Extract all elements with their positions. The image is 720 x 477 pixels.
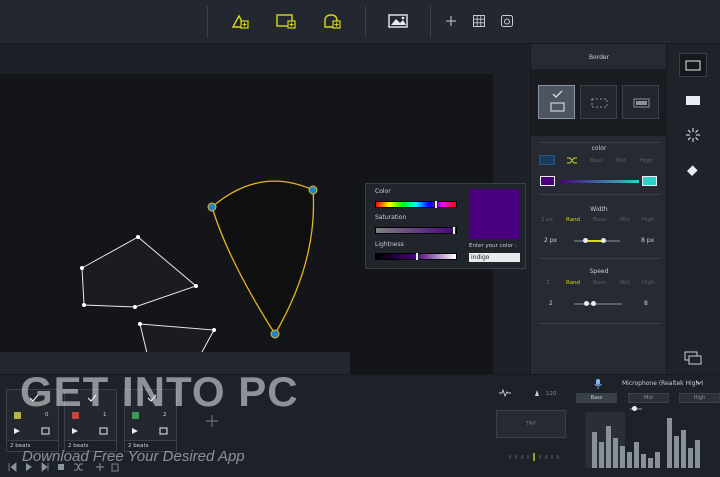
- speed-min-value: 2: [549, 300, 553, 307]
- waveform-icon: [499, 388, 511, 398]
- microphone-icon: [594, 379, 602, 389]
- play-icon[interactable]: [131, 427, 139, 435]
- add-track-icon[interactable]: [205, 414, 219, 428]
- speed-option-rand[interactable]: Rand: [566, 280, 580, 286]
- tap-tempo-button[interactable]: TAP: [496, 410, 566, 438]
- width-option-mid[interactable]: Mid: [620, 217, 630, 223]
- dashed-rect-icon: [591, 98, 608, 108]
- metronome-icon: [535, 390, 539, 396]
- color-option-mid[interactable]: Mid: [616, 158, 626, 164]
- audio-input-select[interactable]: Microphone (Realtek High I: [622, 380, 703, 387]
- selected-shape[interactable]: [207, 180, 318, 339]
- color-option-bass[interactable]: Bass: [590, 158, 603, 164]
- color-name-input[interactable]: [469, 253, 520, 262]
- speed-option-2[interactable]: 2: [546, 280, 550, 286]
- divider: [539, 258, 661, 259]
- screens-tool-button[interactable]: [679, 346, 707, 370]
- color-picker-popup: Color Saturation Lightness Enter your co…: [365, 183, 526, 269]
- fill-tool-button[interactable]: [679, 88, 707, 112]
- saturation-slider-knob[interactable]: [452, 226, 456, 235]
- color-label: Color: [375, 188, 391, 195]
- width-section-title: Width: [590, 206, 608, 213]
- border-style-solid[interactable]: [538, 85, 575, 119]
- width-range-low-handle[interactable]: [583, 238, 588, 243]
- color-end-swatch[interactable]: [642, 176, 657, 186]
- tool-rail: [666, 44, 720, 374]
- enter-color-label: Enter your color :: [469, 243, 517, 249]
- sparkle-icon: [686, 128, 700, 142]
- speed-option-mid[interactable]: Mid: [620, 280, 630, 286]
- color-preview-swatch: [469, 189, 519, 239]
- divider: [539, 194, 661, 195]
- watermark-title: GET INTO PC: [20, 368, 299, 415]
- border-style-double[interactable]: [622, 85, 659, 119]
- width-range-high-handle[interactable]: [601, 238, 606, 243]
- hue-slider-knob[interactable]: [434, 200, 438, 209]
- width-min-value: 2 px: [544, 237, 558, 244]
- play-icon[interactable]: [13, 427, 21, 435]
- width-option-2px[interactable]: 2 px: [541, 217, 553, 223]
- tab-bass[interactable]: Bass: [576, 393, 617, 403]
- border-settings-panel: Border color Bass Mid High Width 2 px Ra…: [530, 44, 667, 374]
- color-mode-button[interactable]: [539, 155, 555, 165]
- speed-range-slider[interactable]: [574, 303, 622, 305]
- check-icon: [550, 90, 565, 112]
- width-option-high[interactable]: High: [642, 217, 655, 223]
- loop-icon[interactable]: [41, 427, 51, 435]
- speed-range-low-handle[interactable]: [584, 301, 589, 306]
- border-title: Border: [588, 54, 610, 61]
- divider: [539, 323, 661, 324]
- bpm-value: 120: [546, 391, 557, 397]
- border-tool-button[interactable]: [679, 53, 707, 77]
- loop-icon[interactable]: [99, 427, 109, 435]
- width-option-rand[interactable]: Rand: [566, 217, 580, 223]
- app-window: Color Saturation Lightness Enter your co…: [0, 0, 720, 477]
- eraser-icon: [687, 164, 699, 176]
- play-icon[interactable]: [71, 427, 79, 435]
- lightness-slider[interactable]: [375, 252, 457, 261]
- screens-icon: [684, 351, 702, 365]
- beat-indicator: [509, 453, 559, 461]
- lightness-slider-knob[interactable]: [415, 252, 419, 261]
- tab-mid[interactable]: Mid: [628, 393, 669, 403]
- speed-section-title: Speed: [589, 268, 609, 275]
- audio-spectrum: [585, 412, 700, 468]
- speed-option-bass[interactable]: Bass: [593, 280, 606, 286]
- lightness-label: Lightness: [375, 241, 404, 248]
- color-gradient-track[interactable]: [559, 180, 639, 183]
- border-icon: [685, 60, 701, 70]
- saturation-slider[interactable]: [375, 226, 457, 235]
- width-max-value: 8 px: [641, 237, 655, 244]
- double-rect-icon: [633, 98, 650, 108]
- chevron-down-icon[interactable]: [696, 381, 702, 385]
- width-option-bass[interactable]: Bass: [593, 217, 606, 223]
- eraser-tool-button[interactable]: [679, 158, 707, 182]
- effects-tool-button[interactable]: [679, 123, 707, 147]
- color-start-swatch[interactable]: [540, 176, 555, 186]
- loop-icon[interactable]: [159, 427, 169, 435]
- speed-option-high[interactable]: High: [642, 280, 655, 286]
- speed-max-value: 8: [644, 300, 648, 307]
- color-section-title: color: [591, 145, 607, 152]
- watermark-subtitle: Download Free Your Desired App: [22, 448, 245, 465]
- hue-slider[interactable]: [375, 200, 457, 209]
- divider: [539, 142, 661, 143]
- color-option-high[interactable]: High: [640, 158, 653, 164]
- sensitivity-handle[interactable]: [632, 406, 637, 411]
- saturation-label: Saturation: [375, 214, 407, 221]
- quad-shape[interactable]: [80, 235, 198, 309]
- speed-range-high-handle[interactable]: [591, 301, 596, 306]
- tab-high[interactable]: High: [679, 393, 720, 403]
- fill-icon: [686, 95, 700, 105]
- shuffle-icon[interactable]: [566, 156, 578, 165]
- border-style-dashed[interactable]: [580, 85, 617, 119]
- border-style-picker: [531, 69, 667, 136]
